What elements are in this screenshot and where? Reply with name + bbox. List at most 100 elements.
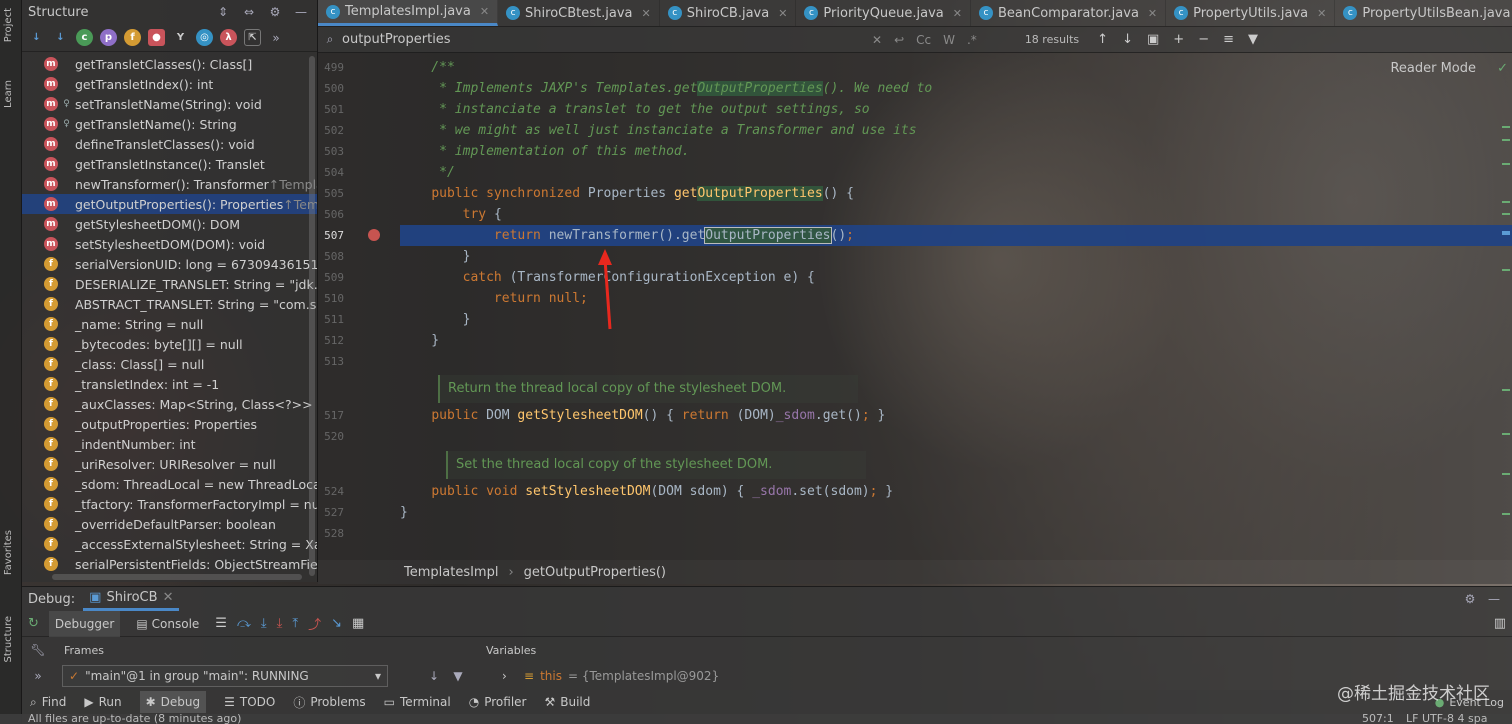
show-inherited-icon[interactable]: c: [76, 29, 93, 46]
tool-todo[interactable]: ☰ TODO: [224, 695, 275, 709]
structure-member[interactable]: m ♀ setTransletName(String): void: [22, 94, 317, 114]
thread-selector[interactable]: ✓ "main"@1 in group "main": RUNNING ▾: [62, 665, 388, 687]
stripe-mark[interactable]: [1502, 389, 1510, 391]
line-number[interactable]: 513: [318, 355, 344, 368]
autoscroll-icon[interactable]: ⇱: [244, 29, 261, 46]
stripe-mark[interactable]: [1502, 269, 1510, 271]
step-over-icon[interactable]: ⤼: [237, 616, 251, 631]
filter-icon[interactable]: ▼: [1248, 32, 1258, 47]
next-occurrence-icon[interactable]: ↓: [1122, 32, 1133, 47]
tool-run[interactable]: ▶ Run: [84, 695, 121, 709]
editor-tab[interactable]: c TemplatesImpl.java ✕: [318, 0, 499, 26]
structure-member[interactable]: m ♀ getTransletName(): String: [22, 114, 317, 134]
words-toggle[interactable]: W: [943, 33, 955, 47]
show-fields-icon[interactable]: f: [124, 29, 141, 46]
structure-member[interactable]: f _class: Class[] = null: [22, 354, 317, 374]
minimize-icon[interactable]: —: [293, 4, 309, 20]
structure-member[interactable]: f serialPersistentFields: ObjectStreamFie…: [22, 554, 317, 574]
layout-icon[interactable]: ▥: [1494, 616, 1506, 631]
show-properties-icon[interactable]: p: [100, 29, 117, 46]
structure-member[interactable]: f serialVersionUID: long = 6730943615192: [22, 254, 317, 274]
file-encoding[interactable]: LF UTF-8 4 spa: [1406, 714, 1487, 724]
sort-alpha-icon[interactable]: ↓: [52, 29, 69, 46]
structure-member[interactable]: f _accessExternalStylesheet: String = Xal…: [22, 534, 317, 554]
tool-find[interactable]: ⌕ Find: [30, 695, 66, 710]
close-icon[interactable]: ✕: [1317, 7, 1326, 20]
add-selection-icon[interactable]: +: [1173, 32, 1184, 47]
structure-member[interactable]: m setStylesheetDOM(DOM): void: [22, 234, 317, 254]
structure-member[interactable]: f ABSTRACT_TRANSLET: String = "com.su: [22, 294, 317, 314]
close-icon[interactable]: ✕: [642, 7, 651, 20]
breadcrumb-class[interactable]: TemplatesImpl: [404, 565, 498, 580]
filter-icon[interactable]: ▼: [450, 668, 466, 684]
stripe-mark[interactable]: [1502, 433, 1510, 435]
expand-all-icon[interactable]: ⇕: [215, 4, 231, 20]
regex-toggle[interactable]: .*: [967, 33, 977, 47]
line-number[interactable]: 528: [318, 527, 344, 540]
structure-member[interactable]: m defineTransletClasses(): void: [22, 134, 317, 154]
debug-session-tab[interactable]: ▣ ShiroCB ✕: [83, 587, 180, 611]
close-icon[interactable]: ✕: [163, 590, 174, 605]
sort-visibility-icon[interactable]: ↓: [28, 29, 45, 46]
editor-tab[interactable]: c ShiroCB.java ✕: [660, 0, 797, 26]
rerun-icon[interactable]: ↻: [28, 616, 39, 631]
select-all-icon[interactable]: ▣: [1147, 32, 1159, 47]
remove-selection-icon[interactable]: −: [1198, 32, 1209, 47]
stripe-current-mark[interactable]: [1502, 231, 1510, 235]
editor-tab[interactable]: c ShiroCBtest.java ✕: [498, 0, 660, 26]
structure-member[interactable]: f _tfactory: TransformerFactoryImpl = nul…: [22, 494, 317, 514]
error-stripe[interactable]: [1500, 53, 1512, 560]
code-editor[interactable]: 499 500 501 502 503 504 505 506 507 508 509 510 511 5…: [318, 53, 1512, 560]
breadcrumb-method[interactable]: getOutputProperties(): [524, 565, 666, 580]
structure-member[interactable]: m getStylesheetDOM(): DOM: [22, 214, 317, 234]
favorites-tool-button[interactable]: Favorites: [3, 530, 14, 575]
minimize-icon[interactable]: —: [1486, 591, 1502, 607]
line-number[interactable]: 527: [318, 506, 344, 519]
editor-tab[interactable]: c BeanComparator.java ✕: [971, 0, 1167, 26]
tool-terminal[interactable]: ▭ Terminal: [384, 695, 451, 709]
stripe-mark[interactable]: [1502, 213, 1510, 215]
run-to-cursor-icon[interactable]: ↘: [331, 616, 342, 631]
drop-frame-icon[interactable]: ⤴: [308, 614, 321, 633]
close-icon[interactable]: ✕: [953, 7, 962, 20]
structure-member[interactable]: f DESERIALIZE_TRANSLET: String = "jdk.xm: [22, 274, 317, 294]
more-icon[interactable]: »: [30, 668, 46, 684]
line-number[interactable]: 524: [318, 485, 344, 498]
tool-debug[interactable]: ✱ Debug: [139, 691, 207, 713]
project-tool-button[interactable]: Project: [3, 8, 14, 42]
tab-console[interactable]: ▤ Console: [130, 611, 205, 637]
structure-member[interactable]: mnewTransformer(): Transformer ↑Templat: [22, 174, 317, 194]
previous-occurrence-icon[interactable]: ↑: [1097, 32, 1108, 47]
structure-member[interactable]: mgetOutputProperties(): Properties ↑Temp: [22, 194, 317, 214]
step-into-icon[interactable]: ⤓: [261, 616, 267, 631]
expand-icon[interactable]: ›: [502, 669, 507, 683]
structure-member[interactable]: f _auxClasses: Map<String, Class<?>> = nu: [22, 394, 317, 414]
structure-member[interactable]: m getTransletClasses(): Class[]: [22, 54, 317, 74]
close-icon[interactable]: ✕: [1148, 7, 1157, 20]
tab-debugger[interactable]: Debugger: [48, 610, 121, 637]
tool-profiler[interactable]: ◔ Profiler: [469, 695, 527, 709]
stripe-mark[interactable]: [1502, 139, 1510, 141]
structure-member[interactable]: m getTransletInstance(): Translet: [22, 154, 317, 174]
stripe-mark[interactable]: [1502, 163, 1510, 165]
show-lambda-icon[interactable]: λ: [220, 29, 237, 46]
structure-member[interactable]: f _transletIndex: int = -1: [22, 374, 317, 394]
evaluate-icon[interactable]: ▦: [352, 616, 364, 631]
close-icon[interactable]: ✕: [480, 5, 489, 18]
editor-tab[interactable]: c PropertyUtils.java ✕: [1166, 0, 1336, 26]
more-icon[interactable]: »: [268, 30, 284, 46]
wrench-icon[interactable]: 🔧︎: [30, 642, 46, 658]
structure-member[interactable]: f _bytecodes: byte[][] = null: [22, 334, 317, 354]
show-nonpublic-icon[interactable]: ●: [148, 29, 165, 46]
line-number[interactable]: 520: [318, 430, 344, 443]
search-input[interactable]: [342, 32, 842, 47]
structure-horizontal-scrollbar[interactable]: [52, 574, 302, 580]
editor-tab[interactable]: c PriorityQueue.java ✕: [796, 0, 971, 26]
search-icon[interactable]: ⌕: [322, 32, 338, 48]
step-out-icon[interactable]: ⤒: [292, 616, 298, 631]
match-case-toggle[interactable]: Cc: [916, 33, 931, 47]
tool-problems[interactable]: ⓘ Problems: [293, 694, 365, 711]
stripe-mark[interactable]: [1502, 201, 1510, 203]
line-number[interactable]: 517: [318, 409, 344, 422]
reader-mode-button[interactable]: Reader Mode: [1390, 61, 1476, 76]
